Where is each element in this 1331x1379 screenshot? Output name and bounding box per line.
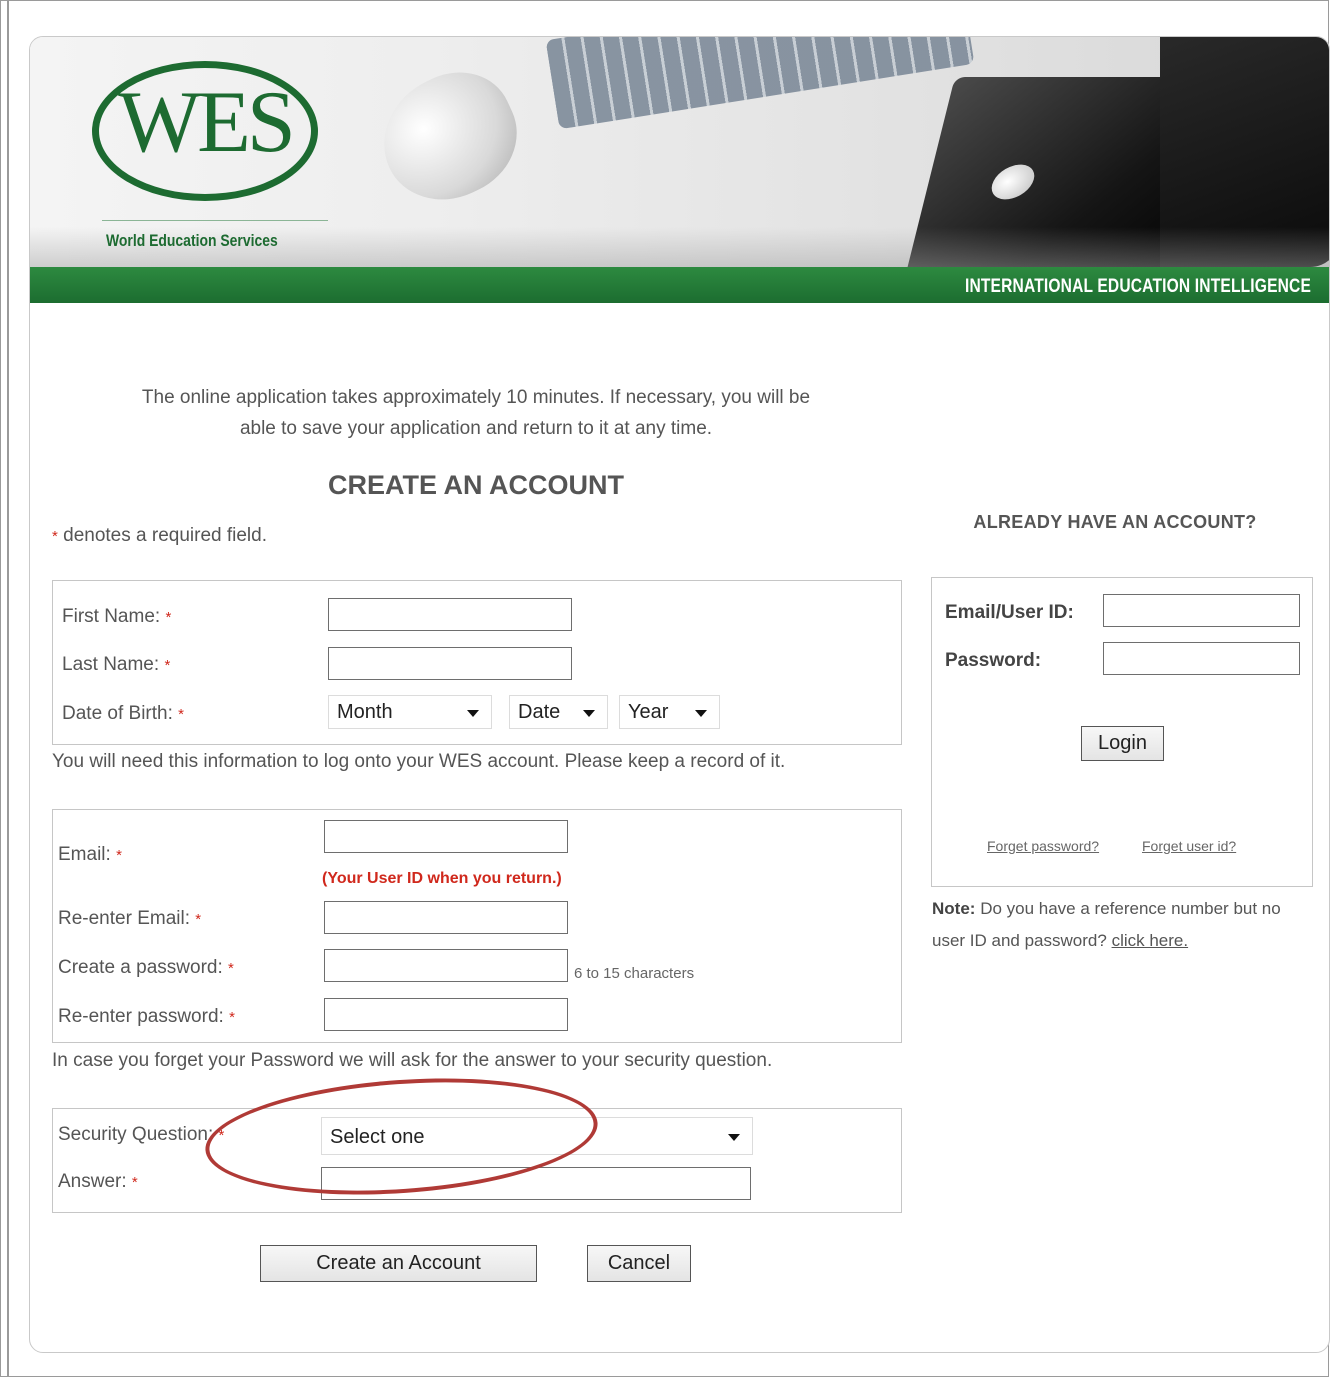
first-name-label: First Name: * <box>62 606 172 627</box>
first-name-input[interactable] <box>328 598 572 631</box>
chevron-down-icon <box>467 710 479 717</box>
forgot-user-id-link[interactable]: Forget user id? <box>1142 838 1236 854</box>
create-account-button[interactable]: Create an Account <box>260 1245 537 1282</box>
login-user-input[interactable] <box>1103 594 1300 627</box>
intro-line-1: The online application takes approximate… <box>141 387 811 408</box>
dob-label: Date of Birth: * <box>62 703 185 724</box>
email-input[interactable] <box>324 820 568 853</box>
login-button[interactable]: Login <box>1081 726 1164 761</box>
header-banner: WES World Education Services <box>30 37 1329 267</box>
login-heading: ALREADY HAVE AN ACCOUNT? <box>973 512 1257 532</box>
dob-date-select[interactable]: Date <box>509 695 608 729</box>
dob-month-select[interactable]: Month <box>328 695 492 729</box>
create-account-heading: CREATE AN ACCOUNT <box>328 470 624 500</box>
last-name-input[interactable] <box>328 647 572 680</box>
last-name-label: Last Name: * <box>62 654 171 675</box>
chevron-down-icon <box>583 710 595 717</box>
required-note-text: denotes a required field. <box>63 525 267 546</box>
security-question-select[interactable]: Select one <box>321 1117 753 1155</box>
email-user-id-note: (Your User ID when you return.) <box>322 870 562 887</box>
logo-text: WES <box>118 74 296 171</box>
login-info-note: You will need this information to log on… <box>52 751 786 772</box>
security-note: In case you forget your Password we will… <box>52 1050 773 1071</box>
intro-text: The online application takes approximate… <box>70 382 882 444</box>
cancel-button[interactable]: Cancel <box>587 1245 691 1282</box>
required-star: * <box>52 528 58 545</box>
login-password-label: Password: <box>945 650 1042 671</box>
login-user-label: Email/User ID: <box>945 602 1074 623</box>
password-length-hint: 6 to 15 characters <box>574 965 695 982</box>
required-field-note: * denotes a required field. <box>52 525 267 547</box>
email-label: Email: * <box>58 844 122 865</box>
reenter-password-label: Re-enter password: * <box>58 1006 235 1027</box>
mouse-image <box>362 54 537 220</box>
security-question-label: Security Question: * <box>58 1124 225 1145</box>
intro-line-2: able to save your application and return… <box>239 418 713 439</box>
keyboard-image <box>545 37 975 130</box>
forgot-password-link[interactable]: Forget password? <box>987 838 1099 854</box>
tagline-bar: INTERNATIONAL EDUCATION INTELLIGENCE <box>30 267 1329 303</box>
create-password-label: Create a password: * <box>58 957 234 978</box>
chevron-down-icon <box>728 1134 740 1141</box>
reenter-email-label: Re-enter Email: * <box>58 908 202 929</box>
click-here-link[interactable]: click here. <box>1112 931 1189 950</box>
reenter-email-input[interactable] <box>324 901 568 934</box>
reenter-password-input[interactable] <box>324 998 568 1031</box>
create-password-input[interactable] <box>324 949 568 982</box>
wes-logo[interactable]: WES World Education Services <box>88 55 328 250</box>
dob-year-select[interactable]: Year <box>619 695 720 729</box>
note-label: Note: <box>932 899 976 918</box>
logo-subtitle: World Education Services <box>106 231 278 250</box>
answer-label: Answer: * <box>58 1171 138 1192</box>
tagline: INTERNATIONAL EDUCATION INTELLIGENCE <box>964 276 1311 297</box>
security-answer-input[interactable] <box>321 1167 751 1200</box>
login-password-input[interactable] <box>1103 642 1300 675</box>
chevron-down-icon <box>695 710 707 717</box>
reference-note: Note: Do you have a reference number but… <box>932 893 1312 957</box>
note-text: Do you have a reference number but no us… <box>932 899 1281 950</box>
